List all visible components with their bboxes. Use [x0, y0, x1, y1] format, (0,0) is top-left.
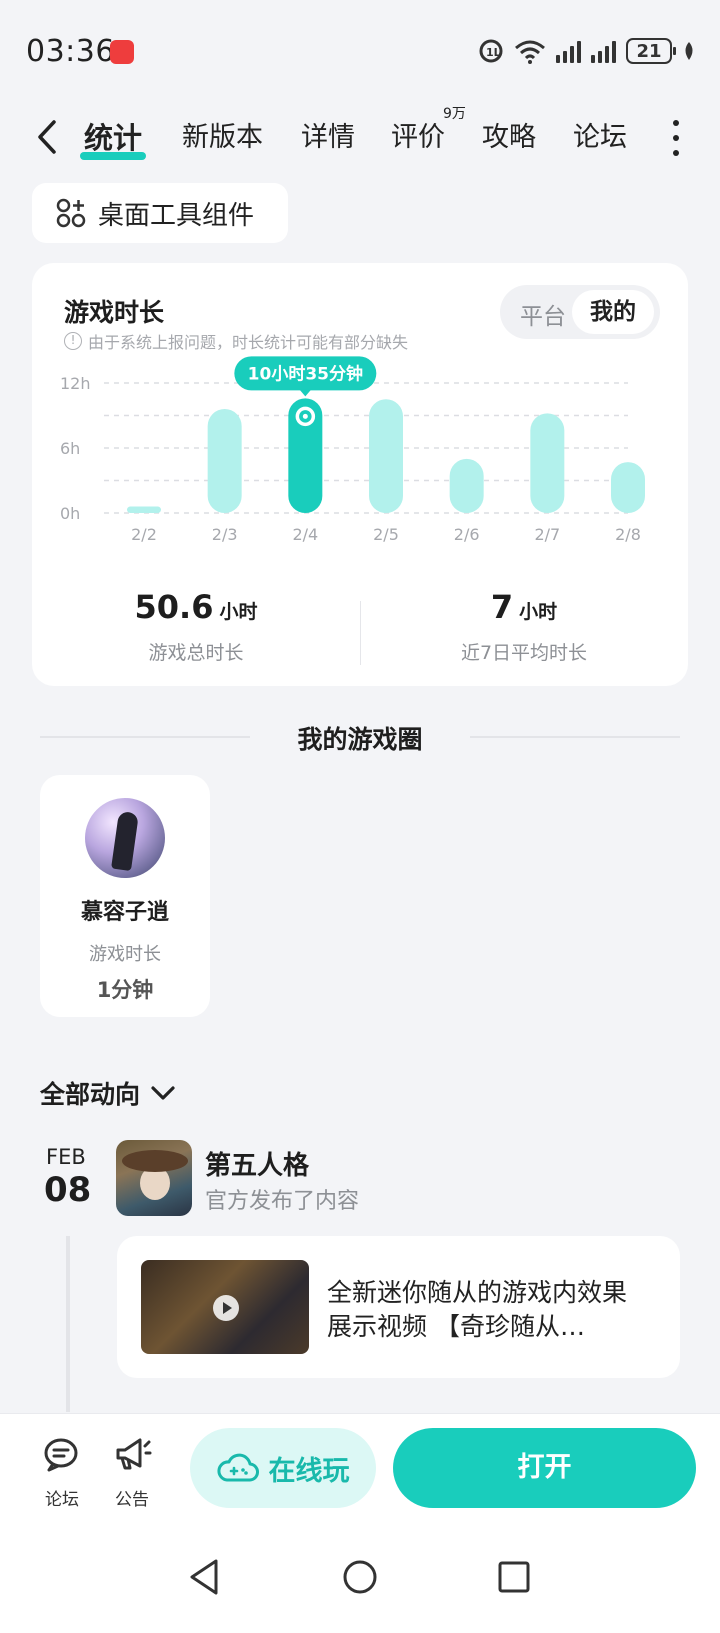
- tab-stats[interactable]: 统计: [79, 115, 147, 160]
- status-icons: 1L 21: [478, 38, 696, 64]
- y-tick-label: 0h: [60, 504, 80, 523]
- tab-new-version[interactable]: 新版本: [182, 115, 263, 154]
- hd-call-icon: 1L: [479, 39, 503, 63]
- bottom-action-bar: 论坛 公告 在线玩 打开: [0, 1413, 720, 1533]
- chart-bar: [127, 506, 161, 513]
- wifi-icon: [515, 40, 545, 64]
- leaf-icon: [685, 42, 693, 60]
- friend-playtime-label: 游戏时长: [89, 944, 161, 965]
- x-tick-label: 2/5: [373, 525, 399, 544]
- x-tick-label: 2/3: [212, 525, 238, 544]
- game-icon[interactable]: [116, 1140, 192, 1216]
- chart-tooltip-label: 10小时35分钟: [248, 363, 363, 384]
- game-activity-text: 官方发布了内容: [205, 1189, 360, 1214]
- game-name[interactable]: 第五人格: [205, 1145, 309, 1182]
- video-thumbnail[interactable]: [141, 1260, 309, 1354]
- total-playtime-value: 50.6: [134, 588, 214, 626]
- x-tick-label: 2/2: [131, 525, 157, 544]
- x-tick-label: 2/7: [534, 525, 560, 544]
- nav-recents-icon[interactable]: [494, 1557, 534, 1597]
- more-icon[interactable]: [670, 120, 682, 156]
- total-playtime-unit: 小时: [219, 601, 258, 623]
- open-button[interactable]: 打开: [393, 1428, 696, 1508]
- cloud-gamepad-icon: [217, 1453, 259, 1482]
- nav-back-icon[interactable]: [186, 1557, 224, 1597]
- post-title: 全新迷你随从的游戏内效果展示视频 【奇珍随从…: [327, 1278, 628, 1341]
- average-playtime: 7 小时 近7日平均时长: [360, 588, 688, 665]
- x-tick-label: 2/4: [292, 525, 318, 544]
- post-day: 08: [44, 1170, 92, 1210]
- tab-bar: 统计 新版本 详情 评价 攻略 论坛: [0, 100, 720, 180]
- playtime-card: 游戏时长 ! 由于系统上报问题，时长统计可能有部分缺失 平台 我的 0h 6h 12…: [32, 263, 688, 686]
- status-time: 03:36: [26, 34, 115, 69]
- back-icon[interactable]: [30, 114, 66, 160]
- battery-icon: 21: [626, 38, 676, 64]
- activity-filter-label: 全部动向: [40, 1080, 141, 1109]
- tab-details[interactable]: 详情: [301, 115, 355, 154]
- notice-label: 公告: [115, 1490, 149, 1510]
- play-online-label: 在线玩: [268, 1455, 350, 1487]
- system-nav-bar: [0, 1533, 720, 1633]
- chart-bar: [369, 399, 403, 513]
- desktop-widget-label: 桌面工具组件: [98, 200, 255, 231]
- megaphone-icon: [116, 1438, 152, 1470]
- notice-button[interactable]: 公告: [102, 1434, 162, 1510]
- play-icon: [213, 1295, 239, 1321]
- total-playtime: 50.6 小时 游戏总时长: [32, 588, 360, 665]
- forum-icon: [44, 1438, 78, 1472]
- signal-icon-2: [591, 39, 616, 63]
- game-circle-title: 我的游戏圈: [297, 725, 423, 754]
- bar-marker-dot: [302, 413, 308, 419]
- tab-forum[interactable]: 论坛: [573, 115, 627, 154]
- total-playtime-label: 游戏总时长: [148, 642, 244, 664]
- chart-bar: [449, 458, 484, 513]
- friend-name: 慕容子逍: [80, 900, 169, 925]
- notification-app-icon: [110, 40, 134, 64]
- play-online-button[interactable]: 在线玩: [190, 1428, 376, 1508]
- average-playtime-value: 7: [490, 588, 514, 626]
- avatar: [85, 798, 165, 878]
- nav-home-icon[interactable]: [340, 1557, 380, 1597]
- chart-bar: [207, 409, 242, 513]
- y-tick-label: 12h: [60, 374, 91, 393]
- section-line-right: [470, 736, 680, 738]
- chart-bar: [611, 462, 645, 513]
- desktop-widget-button[interactable]: 桌面工具组件: [32, 183, 288, 243]
- x-tick-label: 2/8: [615, 525, 641, 544]
- chevron-down-icon: [151, 1086, 175, 1100]
- forum-label: 论坛: [45, 1490, 79, 1510]
- y-tick-label: 6h: [60, 439, 80, 458]
- post-card[interactable]: 全新迷你随从的游戏内效果展示视频 【奇珍随从…: [117, 1236, 680, 1378]
- chart-tooltip-pointer: [299, 389, 312, 397]
- average-playtime-unit: 小时: [519, 601, 558, 623]
- forum-button[interactable]: 论坛: [32, 1434, 92, 1510]
- tab-guides[interactable]: 攻略: [482, 115, 536, 154]
- chart-bar: [530, 413, 565, 513]
- review-count-badge: 9万: [443, 106, 466, 122]
- signal-icon-1: [556, 39, 581, 63]
- status-bar: 03:36 1L 21: [0, 0, 720, 100]
- post-month: FEB: [46, 1145, 86, 1169]
- widget-grid-icon: [56, 198, 86, 228]
- timeline-line: [66, 1236, 70, 1412]
- friend-playtime-value: 1分钟: [96, 978, 154, 1002]
- svg-text:1L: 1L: [486, 46, 501, 59]
- activity-filter[interactable]: 全部动向: [40, 1075, 176, 1111]
- friend-card[interactable]: 慕容子逍 游戏时长 1分钟: [40, 775, 210, 1017]
- x-tick-label: 2/6: [454, 525, 480, 544]
- tab-reviews[interactable]: 评价: [391, 115, 445, 154]
- average-playtime-label: 近7日平均时长: [460, 642, 588, 664]
